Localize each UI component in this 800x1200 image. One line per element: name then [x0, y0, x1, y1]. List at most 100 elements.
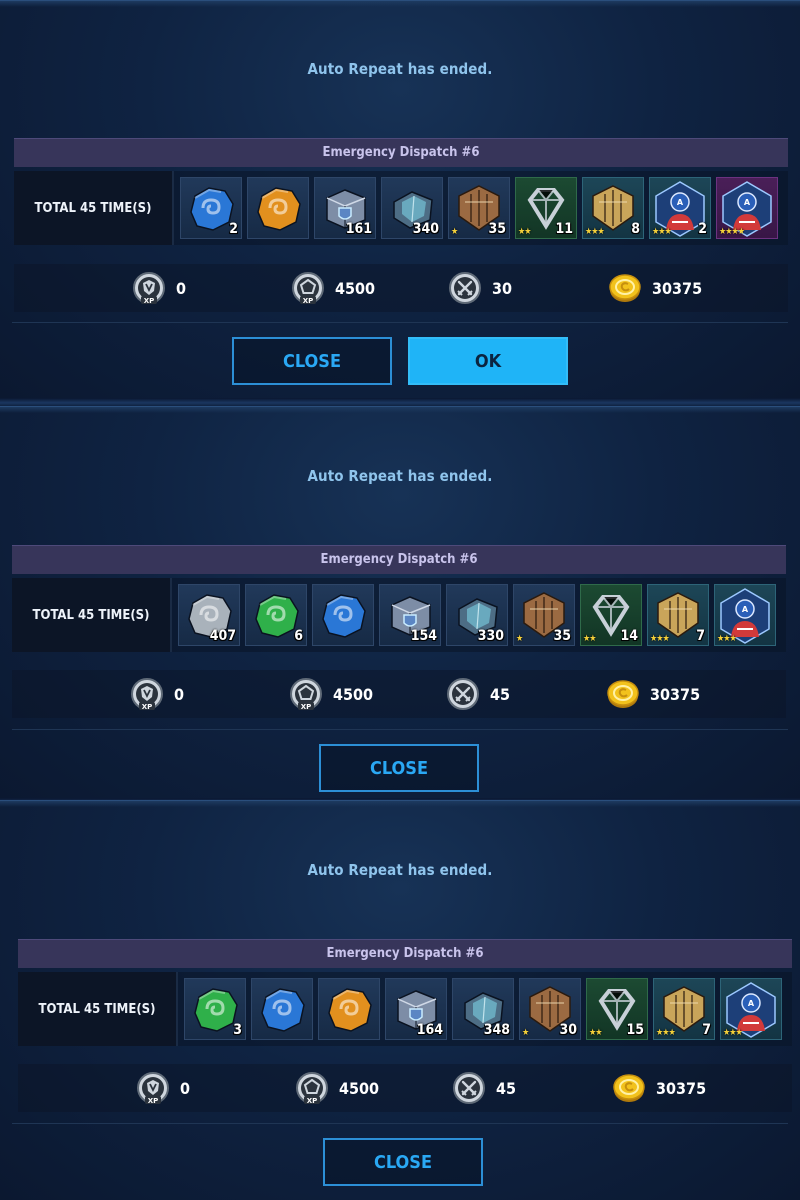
item-quantity: 8 — [631, 221, 640, 237]
item-quantity: 340 — [412, 221, 439, 237]
blue-ore-icon — [322, 594, 366, 638]
reward-item-bronze-emblem[interactable]: ★ 35 — [513, 584, 575, 646]
auto-repeat-message: Auto Repeat has ended. — [307, 60, 493, 78]
currency-value: 0 — [176, 278, 187, 298]
divider — [12, 1123, 788, 1124]
reward-item-bronze-emblem[interactable]: ★ 35 — [448, 177, 510, 239]
svg-text:A: A — [748, 999, 755, 1008]
reward-panel: Emergency Dispatch #6 TOTAL 45 TIME(S) 3… — [18, 939, 792, 1046]
star-rating: ★ — [451, 227, 458, 237]
reward-item-silver-emblem[interactable]: ★★ 11 — [515, 177, 577, 239]
item-quantity: 15 — [626, 1022, 644, 1038]
pentagon-xp-icon: XP — [295, 1071, 329, 1105]
result-screen-3: Auto Repeat has ended. Emergency Dispatc… — [0, 800, 800, 1200]
total-label: TOTAL 45 TIME(S) — [12, 578, 172, 652]
gold-coin-icon — [608, 271, 642, 305]
result-screen-2: Auto Repeat has ended. Emergency Dispatc… — [0, 406, 800, 806]
pentagon-xp-icon: XP — [291, 271, 325, 305]
reward-item-blue-ore[interactable]: 2 — [180, 177, 242, 239]
item-quantity: 330 — [477, 628, 504, 644]
currency-pentagon-xp: XP 4500 — [289, 670, 373, 718]
top-divider — [0, 0, 800, 7]
currency-row: XP 0 XP 4500 45 30375 — [18, 1064, 792, 1112]
gold-coin-icon — [606, 677, 640, 711]
reward-item-orange-ore[interactable] — [318, 978, 380, 1040]
currency-value: 45 — [496, 1078, 517, 1098]
item-quantity: 35 — [488, 221, 506, 237]
star-rating: ★★★ — [723, 1028, 743, 1038]
reward-item-shield-box[interactable]: 154 — [379, 584, 441, 646]
reward-item-green-ore[interactable]: 3 — [184, 978, 246, 1040]
blue-ore-icon — [261, 988, 305, 1032]
star-rating: ★★ — [589, 1028, 602, 1038]
reward-item-gold-emblem[interactable]: ★★★ 7 — [647, 584, 709, 646]
divider — [12, 729, 788, 730]
reward-item-crystal-box[interactable]: 348 — [452, 978, 514, 1040]
result-screen-1: Auto Repeat has ended. Emergency Dispatc… — [0, 0, 800, 400]
currency-crossed-swords: 30 — [448, 264, 512, 312]
reward-item-captain-america-card[interactable]: A ★★★ — [714, 584, 776, 646]
reward-items: 2 161 340 ★ 35 ★★ 11 ★★★ 8 A ★★★ 2 A ★★★★ — [174, 171, 783, 245]
svg-text:XP: XP — [148, 1097, 159, 1105]
crossed-swords-icon — [446, 677, 480, 711]
item-quantity: 161 — [345, 221, 372, 237]
auto-repeat-message: Auto Repeat has ended. — [307, 861, 493, 879]
auto-repeat-message: Auto Repeat has ended. — [307, 467, 493, 485]
panel-title: Emergency Dispatch #6 — [18, 939, 792, 968]
currency-value: 30375 — [656, 1078, 707, 1098]
ok-button[interactable]: OK — [408, 337, 568, 385]
gold-coin-icon — [612, 1071, 646, 1105]
panel-title: Emergency Dispatch #6 — [12, 545, 786, 574]
reward-item-green-ore[interactable]: 6 — [245, 584, 307, 646]
reward-item-crystal-box[interactable]: 340 — [381, 177, 443, 239]
currency-gold: 30375 — [606, 670, 700, 718]
screen-separator — [0, 398, 800, 406]
star-rating: ★★★ — [656, 1028, 676, 1038]
currency-crossed-swords: 45 — [446, 670, 510, 718]
reward-item-bronze-emblem[interactable]: ★ 30 — [519, 978, 581, 1040]
top-divider — [0, 800, 800, 807]
reward-item-captain-america-card[interactable]: A ★★★ 2 — [649, 177, 711, 239]
currency-value: 0 — [174, 684, 185, 704]
reward-item-crystal-box[interactable]: 330 — [446, 584, 508, 646]
currency-shield-xp: XP 0 — [130, 670, 184, 718]
reward-row: TOTAL 45 TIME(S) 2 161 340 ★ 35 ★★ 11 ★★★ 8… — [14, 171, 788, 245]
panel-title: Emergency Dispatch #6 — [14, 138, 788, 167]
currency-value: 30375 — [650, 684, 701, 704]
close-button[interactable]: CLOSE — [232, 337, 392, 385]
reward-items: 3 164 348 ★ 30 ★★ 15 ★★★ 7 A ★★★ — [178, 972, 787, 1046]
crossed-swords-icon — [452, 1071, 486, 1105]
item-quantity: 154 — [410, 628, 437, 644]
reward-item-blue-ore[interactable] — [312, 584, 374, 646]
reward-item-silver-emblem[interactable]: ★★ 15 — [586, 978, 648, 1040]
item-quantity: 3 — [233, 1022, 242, 1038]
reward-panel: Emergency Dispatch #6 TOTAL 45 TIME(S) 2… — [14, 138, 788, 245]
svg-text:A: A — [677, 198, 684, 207]
reward-row: TOTAL 45 TIME(S) 407 6 154 330 ★ 35 ★★ 14 … — [12, 578, 786, 652]
svg-text:A: A — [742, 605, 749, 614]
reward-item-shield-box[interactable]: 164 — [385, 978, 447, 1040]
star-rating: ★★★ — [585, 227, 605, 237]
reward-item-blue-ore[interactable] — [251, 978, 313, 1040]
svg-text:XP: XP — [303, 297, 314, 305]
total-label: TOTAL 45 TIME(S) — [18, 972, 178, 1046]
close-button[interactable]: CLOSE — [319, 744, 479, 792]
currency-crossed-swords: 45 — [452, 1064, 516, 1112]
reward-item-captain-america-card[interactable]: A ★★★★ — [716, 177, 778, 239]
currency-value: 0 — [180, 1078, 191, 1098]
item-quantity: 348 — [483, 1022, 510, 1038]
orange-ore-icon — [328, 988, 372, 1032]
item-quantity: 2 — [698, 221, 707, 237]
reward-item-gold-emblem[interactable]: ★★★ 7 — [653, 978, 715, 1040]
reward-item-captain-america-card[interactable]: A ★★★ — [720, 978, 782, 1040]
reward-item-shield-box[interactable]: 161 — [314, 177, 376, 239]
star-rating: ★ — [522, 1028, 529, 1038]
reward-item-gray-ore[interactable]: 407 — [178, 584, 240, 646]
star-rating: ★★★ — [650, 634, 670, 644]
reward-item-silver-emblem[interactable]: ★★ 14 — [580, 584, 642, 646]
svg-text:A: A — [744, 198, 751, 207]
reward-item-gold-emblem[interactable]: ★★★ 8 — [582, 177, 644, 239]
reward-item-orange-ore[interactable] — [247, 177, 309, 239]
close-button[interactable]: CLOSE — [323, 1138, 483, 1186]
svg-text:XP: XP — [307, 1097, 318, 1105]
